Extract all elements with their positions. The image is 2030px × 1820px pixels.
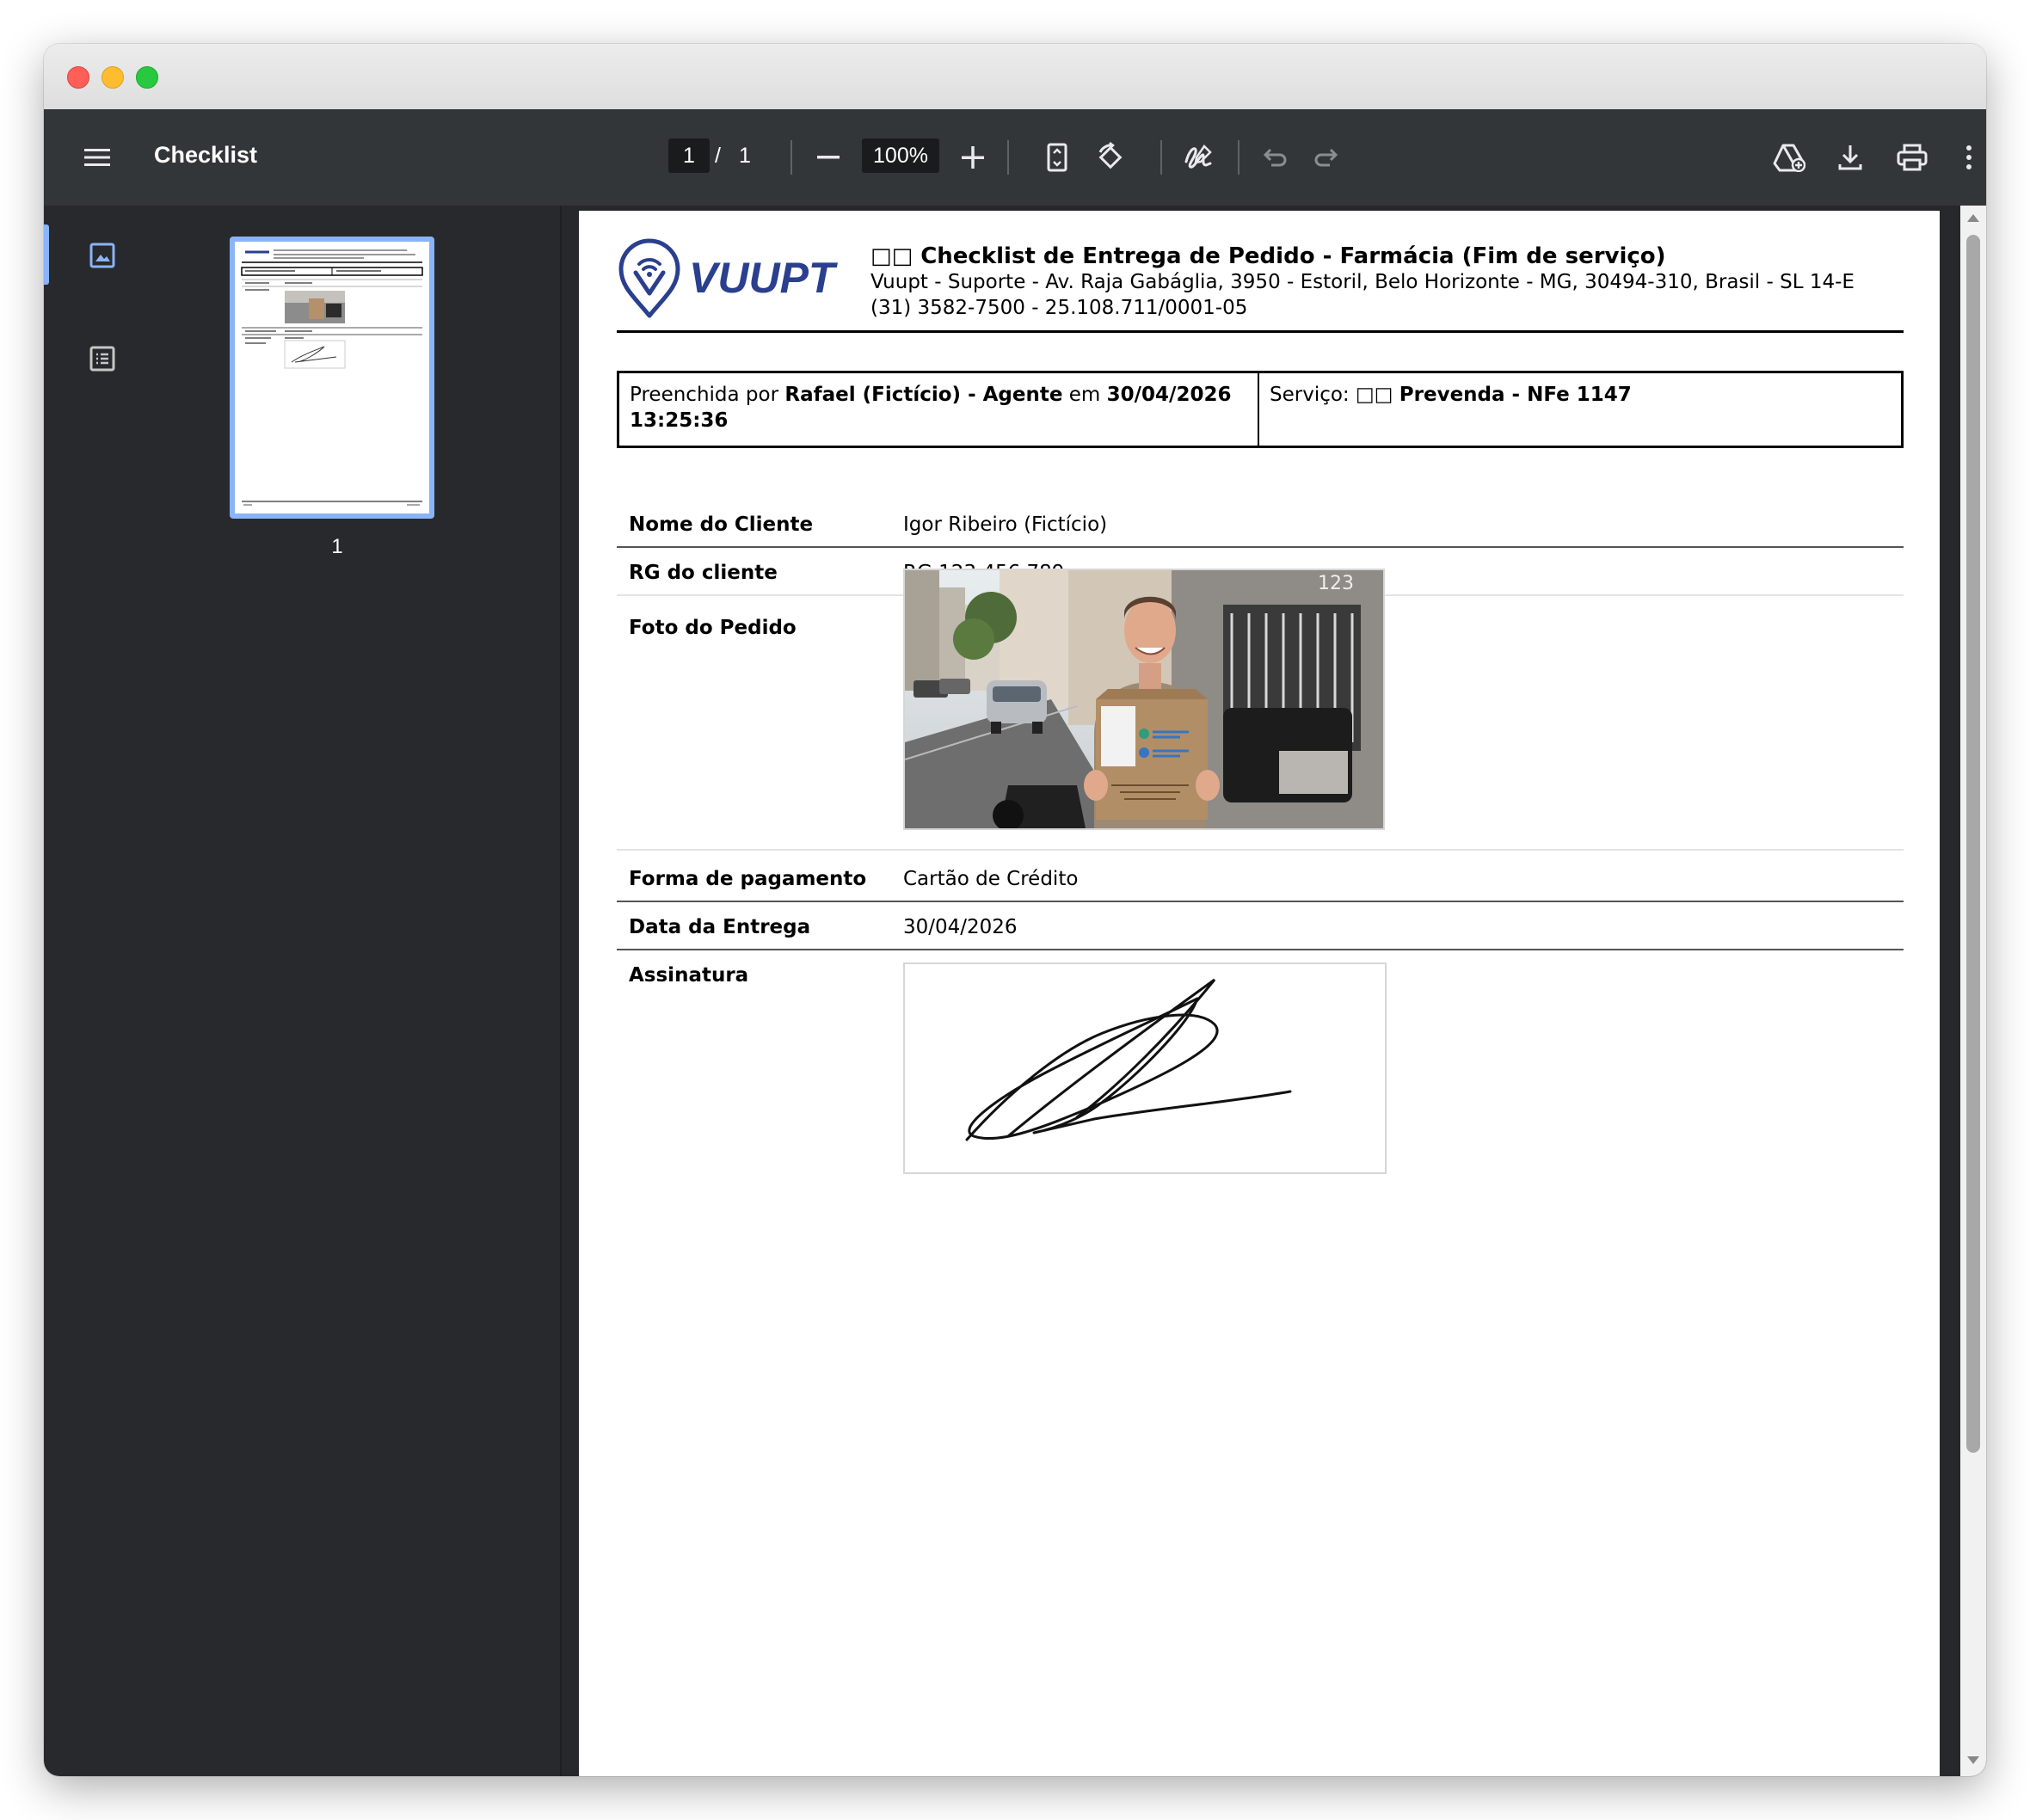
field-label-forma-de-pagamento: Forma de pagamento bbox=[629, 868, 867, 890]
meta-table: Preenchida por Rafael (Fictício) - Agent… bbox=[617, 371, 1904, 448]
field-label-assinatura: Assinatura bbox=[629, 964, 749, 987]
row-divider bbox=[617, 949, 1904, 950]
scroll-down-icon[interactable] bbox=[1966, 1754, 1980, 1768]
drive-icon[interactable] bbox=[1771, 140, 1807, 175]
document-title: Checklist bbox=[154, 142, 258, 168]
pdf-page: VUUPT □□ Checklist de Entrega de Pedido … bbox=[579, 211, 1940, 1776]
zoom-level-input[interactable]: 100% bbox=[862, 138, 939, 173]
vertical-scrollbar[interactable] bbox=[1960, 206, 1986, 1776]
rotate-icon[interactable] bbox=[1093, 140, 1128, 175]
browser-window: Checklist 1 / 1 100% 1 VUUPT □□ Checklis… bbox=[44, 44, 1986, 1776]
filled-date: 30/04/2026 bbox=[1106, 384, 1232, 406]
page-thumbnail[interactable] bbox=[230, 237, 434, 519]
download-icon[interactable] bbox=[1835, 140, 1866, 175]
pdf-toolbar: Checklist 1 / 1 100% bbox=[44, 109, 1986, 206]
filled-by-prefix: Preenchida por bbox=[630, 384, 785, 406]
toolbar-divider bbox=[1160, 140, 1162, 175]
field-label-rg: RG do cliente bbox=[629, 562, 778, 584]
minimize-window-button[interactable] bbox=[102, 66, 124, 89]
toolbar-divider bbox=[790, 140, 792, 175]
fit-page-icon[interactable] bbox=[1042, 140, 1073, 175]
sidebar: 1 bbox=[44, 206, 562, 1776]
field-value-nome-do-cliente: Igor Ribeiro (Fictício) bbox=[903, 513, 1108, 536]
page-number-input[interactable]: 1 bbox=[668, 138, 710, 173]
title-icon: □□ bbox=[870, 243, 914, 269]
close-window-button[interactable] bbox=[67, 66, 89, 89]
field-value-data-da-entrega: 30/04/2026 bbox=[903, 916, 1018, 938]
undo-icon[interactable] bbox=[1258, 142, 1289, 173]
scrollbar-thumb[interactable] bbox=[1966, 235, 1980, 1453]
logo-text: VUUPT bbox=[689, 254, 839, 302]
scroll-up-icon[interactable] bbox=[1966, 211, 1980, 224]
order-photo: 123 bbox=[903, 569, 1385, 830]
menu-icon[interactable] bbox=[82, 142, 113, 173]
page-separator: / bbox=[715, 144, 721, 168]
field-label-data-da-entrega: Data da Entrega bbox=[629, 916, 811, 938]
company-contact: (31) 3582-7500 - 25.108.711/0001-05 bbox=[870, 297, 1248, 319]
service-prefix: Serviço: bbox=[1270, 384, 1356, 406]
pdf-viewer: VUUPT □□ Checklist de Entrega de Pedido … bbox=[562, 206, 1986, 1776]
title-bar bbox=[44, 44, 1986, 110]
filled-by-cell: Preenchida por Rafael (Fictício) - Agent… bbox=[619, 373, 1259, 446]
page-total: 1 bbox=[739, 144, 751, 168]
field-label-foto-do-pedido: Foto do Pedido bbox=[629, 617, 797, 639]
service-name: Prevenda - NFe 1147 bbox=[1399, 384, 1632, 406]
thumbnail-page-label: 1 bbox=[331, 535, 343, 558]
filled-by-mid: em bbox=[1062, 384, 1107, 406]
active-tab-indicator bbox=[44, 224, 49, 285]
outline-icon[interactable] bbox=[85, 341, 120, 376]
zoom-in-icon[interactable] bbox=[957, 142, 988, 173]
filled-by-name: Rafael (Fictício) - Agente bbox=[784, 384, 1063, 406]
more-icon[interactable] bbox=[1960, 140, 1978, 175]
toolbar-divider bbox=[1007, 140, 1009, 175]
print-icon[interactable] bbox=[1895, 140, 1929, 175]
service-cell: Serviço: □□ Prevenda - NFe 1147 bbox=[1259, 373, 1901, 446]
field-value-forma-de-pagamento: Cartão de Crédito bbox=[903, 868, 1079, 890]
vuupt-logo: VUUPT bbox=[617, 237, 840, 319]
company-address: Vuupt - Suporte - Av. Raja Gabáglia, 395… bbox=[870, 271, 1855, 293]
annotate-icon[interactable] bbox=[1181, 140, 1215, 175]
title-text: Checklist de Entrega de Pedido - Farmáci… bbox=[920, 243, 1666, 269]
toolbar-divider bbox=[1238, 140, 1240, 175]
filled-time: 13:25:36 bbox=[630, 409, 729, 432]
header-divider bbox=[617, 330, 1904, 333]
field-label-nome-do-cliente: Nome do Cliente bbox=[629, 513, 814, 536]
redo-icon[interactable] bbox=[1312, 142, 1343, 173]
checklist-title: □□ Checklist de Entrega de Pedido - Farm… bbox=[870, 243, 1666, 269]
row-divider bbox=[617, 849, 1904, 851]
maximize-window-button[interactable] bbox=[136, 66, 158, 89]
zoom-out-icon[interactable] bbox=[813, 142, 844, 173]
row-divider bbox=[617, 546, 1904, 548]
photo-house-number: 123 bbox=[1318, 573, 1354, 594]
signature-image bbox=[903, 962, 1387, 1174]
service-icon: □□ bbox=[1356, 384, 1393, 406]
thumbnails-icon[interactable] bbox=[85, 238, 120, 273]
row-divider bbox=[617, 901, 1904, 902]
